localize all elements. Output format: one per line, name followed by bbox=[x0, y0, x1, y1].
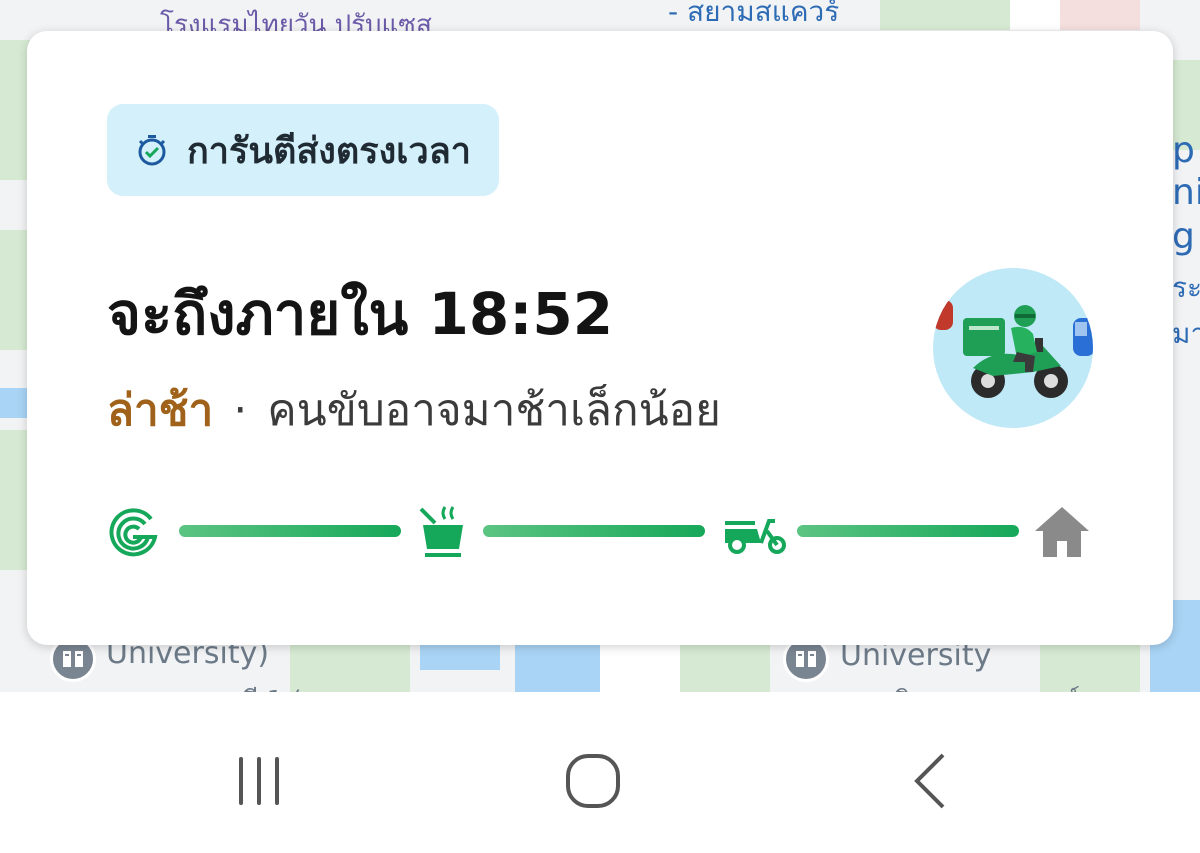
progress-segment-2 bbox=[483, 525, 705, 537]
progress-segment-3 bbox=[797, 525, 1019, 537]
delivery-rider-icon bbox=[933, 268, 1093, 428]
map-label-university-right-sub: คณะวิศวกรรมศาสตร์ bbox=[840, 680, 1080, 692]
screen: โรงแรมไทยวัน ปรับแซส - สยามสแควร์ Univer… bbox=[0, 0, 1200, 853]
delay-status: ล่าช้า · คนขับอาจมาช้าเล็กน้อย bbox=[107, 375, 721, 445]
map-label-fragment: p bbox=[1172, 130, 1195, 171]
food-pot-icon bbox=[419, 506, 463, 557]
back-button[interactable] bbox=[886, 736, 976, 826]
home-button[interactable] bbox=[548, 736, 638, 826]
map-label-siam-square: - สยามสแควร์ bbox=[668, 0, 840, 28]
late-label: ล่าช้า bbox=[107, 385, 214, 436]
on-time-guarantee-badge[interactable]: การันตีส่งตรงเวลา bbox=[107, 104, 499, 196]
delay-note: คนขับอาจมาช้าเล็กน้อย bbox=[267, 385, 721, 436]
scooter-icon bbox=[725, 519, 786, 554]
order-progress-tracker bbox=[107, 501, 1097, 565]
map-label-fragment: ni bbox=[1172, 172, 1200, 213]
home-icon bbox=[1035, 507, 1089, 557]
map-label-fragment: ระ bbox=[1172, 271, 1200, 304]
map-label-fragment: g bbox=[1172, 216, 1195, 257]
eta-text: จะถึงภายใน 18:52 bbox=[107, 280, 614, 348]
system-navigation-bar bbox=[0, 692, 1200, 853]
home-circle-icon bbox=[566, 754, 620, 808]
delivery-status-card[interactable]: การันตีส่งตรงเวลา จะถึงภายใน 18:52 ล่าช้… bbox=[27, 31, 1173, 645]
recent-apps-button[interactable] bbox=[214, 736, 304, 826]
back-chevron-icon bbox=[914, 753, 945, 809]
recent-apps-icon bbox=[239, 757, 279, 805]
badge-label: การันตีส่งตรงเวลา bbox=[187, 130, 471, 172]
map-label-university-left-sub: อาคารจามจุรี 1 ( bbox=[106, 680, 302, 692]
stopwatch-check-icon bbox=[138, 135, 166, 166]
separator: · bbox=[233, 385, 248, 436]
progress-segment-1 bbox=[179, 525, 401, 537]
map-label-fragment: มา bbox=[1172, 317, 1200, 350]
grab-logo-icon bbox=[109, 508, 158, 557]
